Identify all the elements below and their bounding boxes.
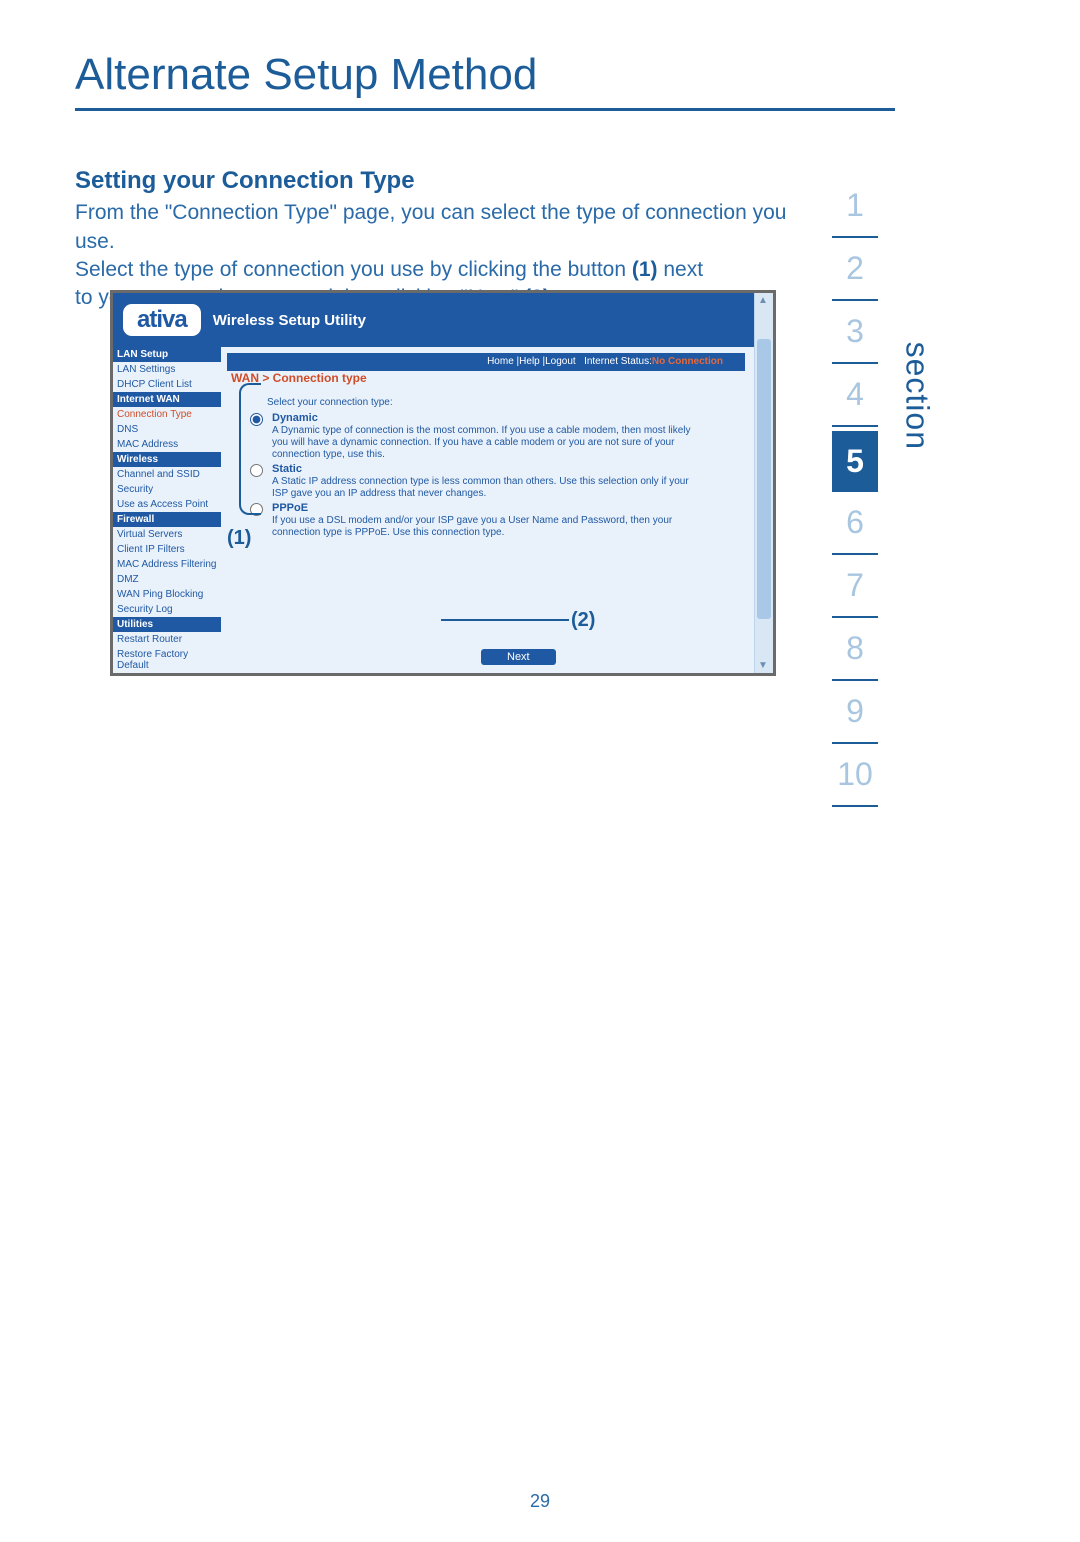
option-label: PPPoE bbox=[272, 502, 692, 514]
nav-item[interactable]: Virtual Servers bbox=[113, 527, 221, 542]
section-link-3[interactable]: 3 bbox=[832, 301, 878, 364]
page-number: 29 bbox=[0, 1491, 1080, 1512]
nav-group-header: Internet WAN bbox=[113, 392, 221, 407]
prompt-text: Select your connection type: bbox=[267, 397, 745, 408]
scroll-up-icon[interactable]: ▲ bbox=[758, 295, 768, 306]
nav-group-header: Wireless bbox=[113, 452, 221, 467]
nav-item[interactable]: Use as Access Point bbox=[113, 497, 221, 512]
help-link[interactable]: Help bbox=[519, 356, 540, 367]
scroll-down-icon[interactable]: ▼ bbox=[758, 660, 768, 671]
status-value: No Connection bbox=[652, 356, 723, 367]
section-link-1[interactable]: 1 bbox=[832, 175, 878, 238]
instruction-line-1: Select the type of connection you use by… bbox=[75, 256, 795, 284]
status-label: Internet Status: bbox=[584, 356, 652, 367]
option-desc: If you use a DSL modem and/or your ISP g… bbox=[272, 515, 692, 539]
nav-item[interactable]: LAN Settings bbox=[113, 362, 221, 377]
option-desc: A Dynamic type of connection is the most… bbox=[272, 425, 692, 461]
section-link-10[interactable]: 10 bbox=[832, 744, 878, 807]
callout-1: (1) bbox=[632, 258, 658, 281]
main-panel: Home |Help |Logout Internet Status:No Co… bbox=[221, 347, 755, 673]
nav-item[interactable]: WAN Ping Blocking bbox=[113, 587, 221, 602]
annotation-callout-1: (1) bbox=[227, 527, 251, 550]
nav-group-header: LAN Setup bbox=[113, 347, 221, 362]
section-link-7[interactable]: 7 bbox=[832, 555, 878, 618]
nav-group-header: Firewall bbox=[113, 512, 221, 527]
app-header: ativa Wireless Setup Utility bbox=[113, 293, 773, 347]
option-desc: A Static IP address connection type is l… bbox=[272, 476, 692, 500]
connection-option: StaticA Static IP address connection typ… bbox=[245, 463, 745, 500]
section-label: section bbox=[898, 342, 935, 450]
nav-item[interactable]: Security bbox=[113, 482, 221, 497]
annotation-line bbox=[441, 619, 569, 621]
nav-item[interactable]: Security Log bbox=[113, 602, 221, 617]
connection-option: DynamicA Dynamic type of connection is t… bbox=[245, 412, 745, 461]
logout-link[interactable]: Logout bbox=[545, 356, 576, 367]
section-link-2[interactable]: 2 bbox=[832, 238, 878, 301]
option-label: Static bbox=[272, 463, 692, 475]
scrollbar[interactable]: ▲ ▼ bbox=[754, 293, 773, 673]
breadcrumb: WAN > Connection type bbox=[231, 371, 745, 385]
annotation-callout-2: (2) bbox=[571, 609, 595, 632]
nav-item[interactable]: Restore Factory Default bbox=[113, 647, 221, 673]
section-link-9[interactable]: 9 bbox=[832, 681, 878, 744]
page: { "page": { "title": "Alternate Setup Me… bbox=[0, 0, 1080, 1542]
section-link-6[interactable]: 6 bbox=[832, 492, 878, 555]
brand-logo: ativa bbox=[123, 304, 201, 336]
text: next bbox=[658, 258, 704, 281]
bracket-annotation bbox=[239, 383, 261, 515]
nav-item[interactable]: DHCP Client List bbox=[113, 377, 221, 392]
nav-item[interactable]: MAC Address bbox=[113, 437, 221, 452]
text: Select the type of connection you use by… bbox=[75, 258, 632, 281]
option-label: Dynamic bbox=[272, 412, 692, 424]
app-title: Wireless Setup Utility bbox=[213, 312, 366, 329]
nav-item[interactable]: Client IP Filters bbox=[113, 542, 221, 557]
nav-item[interactable]: Channel and SSID bbox=[113, 467, 221, 482]
toolbar: Home |Help |Logout Internet Status:No Co… bbox=[227, 353, 745, 371]
nav-group-header: Utilities bbox=[113, 617, 221, 632]
section-subtitle: Setting your Connection Type bbox=[75, 165, 795, 197]
nav-item[interactable]: Connection Type bbox=[113, 407, 221, 422]
connection-option: PPPoEIf you use a DSL modem and/or your … bbox=[245, 502, 745, 539]
scroll-thumb[interactable] bbox=[757, 339, 771, 619]
section-index: 12345678910 bbox=[825, 175, 885, 807]
embedded-screenshot: ativa Wireless Setup Utility LAN SetupLA… bbox=[110, 290, 776, 676]
nav-item[interactable]: DMZ bbox=[113, 572, 221, 587]
section-link-8[interactable]: 8 bbox=[832, 618, 878, 681]
nav-item[interactable]: Save/Backup Settings bbox=[113, 673, 221, 676]
sidebar-nav: LAN SetupLAN SettingsDHCP Client ListInt… bbox=[113, 347, 221, 673]
nav-item[interactable]: MAC Address Filtering bbox=[113, 557, 221, 572]
nav-item[interactable]: Restart Router bbox=[113, 632, 221, 647]
page-title: Alternate Setup Method bbox=[75, 50, 895, 111]
intro-paragraph: From the "Connection Type" page, you can… bbox=[75, 199, 795, 256]
nav-item[interactable]: DNS bbox=[113, 422, 221, 437]
section-link-5[interactable]: 5 bbox=[832, 431, 878, 492]
home-link[interactable]: Home bbox=[487, 356, 514, 367]
section-link-4[interactable]: 4 bbox=[832, 364, 878, 427]
next-button[interactable]: Next bbox=[481, 649, 556, 665]
